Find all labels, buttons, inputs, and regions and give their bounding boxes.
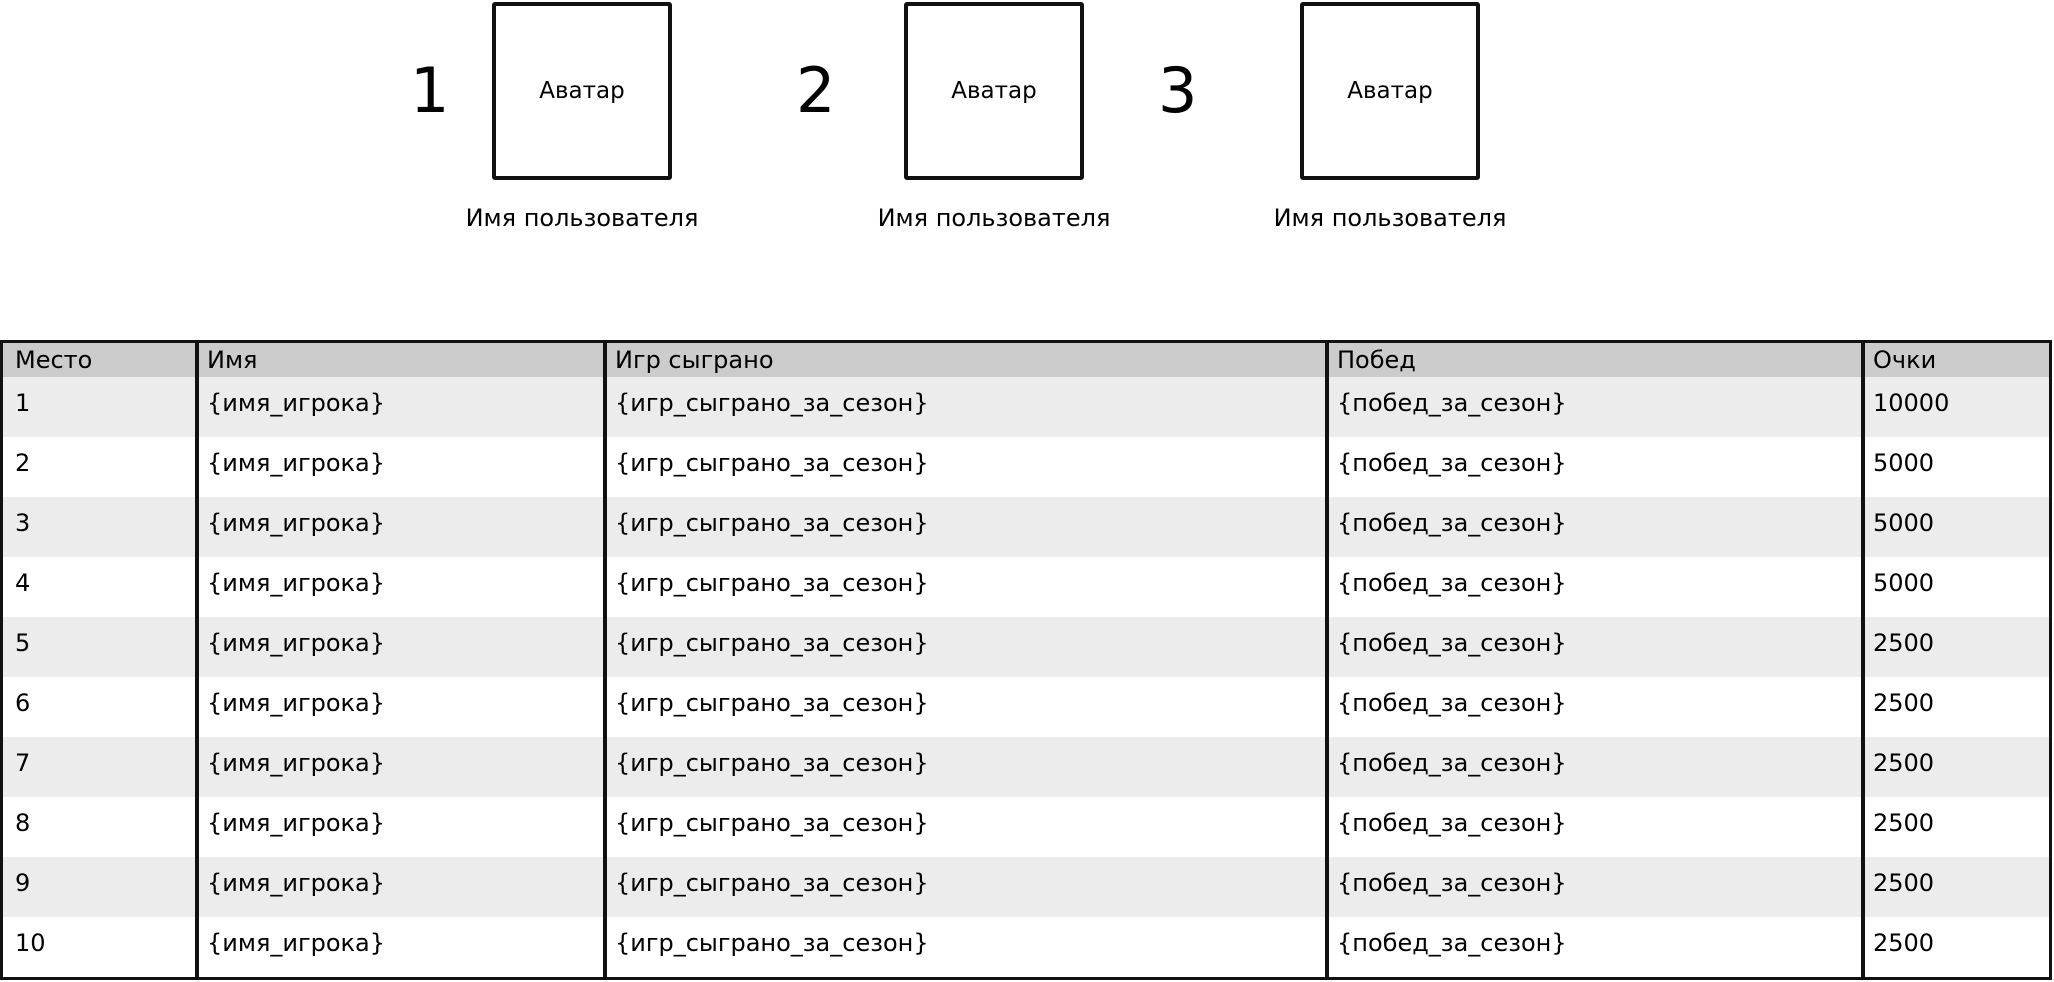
cell-games-played: {игр_сыграно_за_сезон}	[603, 497, 1327, 557]
cell-place: 4	[3, 557, 197, 617]
table-row[interactable]: 10 {имя_игрока} {игр_сыграно_за_сезон} {…	[3, 917, 2049, 977]
cell-points: 10000	[1861, 377, 2049, 437]
podium-rank-1: 1	[410, 54, 450, 127]
cell-games-played: {игр_сыграно_за_сезон}	[603, 437, 1327, 497]
cell-name: {имя_игрока}	[195, 377, 605, 437]
cell-points: 2500	[1861, 737, 2049, 797]
cell-name: {имя_игрока}	[195, 917, 605, 977]
table-row[interactable]: 4 {имя_игрока} {игр_сыграно_за_сезон} {п…	[3, 557, 2049, 617]
podium-username-1: Имя пользователя	[465, 204, 699, 232]
column-header-wins[interactable]: Побед	[1325, 343, 1863, 377]
cell-points: 2500	[1861, 677, 2049, 737]
cell-place: 3	[3, 497, 197, 557]
table-row[interactable]: 3 {имя_игрока} {игр_сыграно_за_сезон} {п…	[3, 497, 2049, 557]
cell-wins: {побед_за_сезон}	[1325, 497, 1863, 557]
cell-place: 2	[3, 437, 197, 497]
cell-points: 5000	[1861, 557, 2049, 617]
table-row[interactable]: 2 {имя_игрока} {игр_сыграно_за_сезон} {п…	[3, 437, 2049, 497]
cell-name: {имя_игрока}	[195, 677, 605, 737]
column-header-games-played[interactable]: Игр сыграно	[603, 343, 1327, 377]
cell-wins: {побед_за_сезон}	[1325, 857, 1863, 917]
cell-wins: {побед_за_сезон}	[1325, 917, 1863, 977]
cell-name: {имя_игрока}	[195, 617, 605, 677]
column-header-name[interactable]: Имя	[195, 343, 605, 377]
leaderboard-table-container: Место Имя Игр сыграно Побед Очки 1 {имя_…	[0, 340, 2052, 980]
cell-games-played: {игр_сыграно_за_сезон}	[603, 917, 1327, 977]
cell-place: 7	[3, 737, 197, 797]
cell-name: {имя_игрока}	[195, 797, 605, 857]
cell-games-played: {игр_сыграно_за_сезон}	[603, 557, 1327, 617]
cell-points: 2500	[1861, 857, 2049, 917]
cell-place: 8	[3, 797, 197, 857]
cell-place: 9	[3, 857, 197, 917]
table-row[interactable]: 7 {имя_игрока} {игр_сыграно_за_сезон} {п…	[3, 737, 2049, 797]
cell-name: {имя_игрока}	[195, 437, 605, 497]
cell-name: {имя_игрока}	[195, 857, 605, 917]
cell-wins: {побед_за_сезон}	[1325, 437, 1863, 497]
column-header-place[interactable]: Место	[3, 343, 197, 377]
table-row[interactable]: 6 {имя_игрока} {игр_сыграно_за_сезон} {п…	[3, 677, 2049, 737]
column-header-points[interactable]: Очки	[1861, 343, 2049, 377]
cell-games-played: {игр_сыграно_за_сезон}	[603, 377, 1327, 437]
table-row[interactable]: 9 {имя_игрока} {игр_сыграно_за_сезон} {п…	[3, 857, 2049, 917]
table-header-row: Место Имя Игр сыграно Побед Очки	[3, 343, 2049, 377]
cell-wins: {побед_за_сезон}	[1325, 797, 1863, 857]
cell-points: 2500	[1861, 617, 2049, 677]
cell-place: 5	[3, 617, 197, 677]
cell-wins: {побед_за_сезон}	[1325, 557, 1863, 617]
cell-place: 1	[3, 377, 197, 437]
cell-games-played: {игр_сыграно_за_сезон}	[603, 797, 1327, 857]
table-row[interactable]: 5 {имя_игрока} {игр_сыграно_за_сезон} {п…	[3, 617, 2049, 677]
podium-avatar-1[interactable]: Аватар	[492, 2, 672, 180]
cell-games-played: {игр_сыграно_за_сезон}	[603, 737, 1327, 797]
cell-games-played: {игр_сыграно_за_сезон}	[603, 677, 1327, 737]
cell-games-played: {игр_сыграно_за_сезон}	[603, 857, 1327, 917]
cell-points: 2500	[1861, 917, 2049, 977]
podium-avatar-2[interactable]: Аватар	[904, 2, 1084, 180]
cell-points: 2500	[1861, 797, 2049, 857]
cell-games-played: {игр_сыграно_за_сезон}	[603, 617, 1327, 677]
avatar-label: Аватар	[539, 78, 625, 104]
table-row[interactable]: 1 {имя_игрока} {игр_сыграно_за_сезон} {п…	[3, 377, 2049, 437]
leaderboard-table: Место Имя Игр сыграно Побед Очки 1 {имя_…	[3, 343, 2049, 977]
cell-name: {имя_игрока}	[195, 497, 605, 557]
cell-wins: {побед_за_сезон}	[1325, 677, 1863, 737]
cell-points: 5000	[1861, 437, 2049, 497]
podium-avatar-3[interactable]: Аватар	[1300, 2, 1480, 180]
cell-name: {имя_игрока}	[195, 737, 605, 797]
cell-wins: {побед_за_сезон}	[1325, 377, 1863, 437]
cell-points: 5000	[1861, 497, 2049, 557]
cell-wins: {побед_за_сезон}	[1325, 617, 1863, 677]
table-row[interactable]: 8 {имя_игрока} {игр_сыграно_за_сезон} {п…	[3, 797, 2049, 857]
avatar-label: Аватар	[1347, 78, 1433, 104]
podium-rank-3: 3	[1158, 54, 1198, 127]
cell-name: {имя_игрока}	[195, 557, 605, 617]
cell-place: 10	[3, 917, 197, 977]
podium-rank-2: 2	[796, 54, 836, 127]
top-three-podium: 1 Аватар Имя пользователя 2 Аватар Имя п…	[0, 0, 2054, 260]
podium-username-3: Имя пользователя	[1273, 204, 1507, 232]
cell-wins: {побед_за_сезон}	[1325, 737, 1863, 797]
podium-username-2: Имя пользователя	[877, 204, 1111, 232]
cell-place: 6	[3, 677, 197, 737]
avatar-label: Аватар	[951, 78, 1037, 104]
